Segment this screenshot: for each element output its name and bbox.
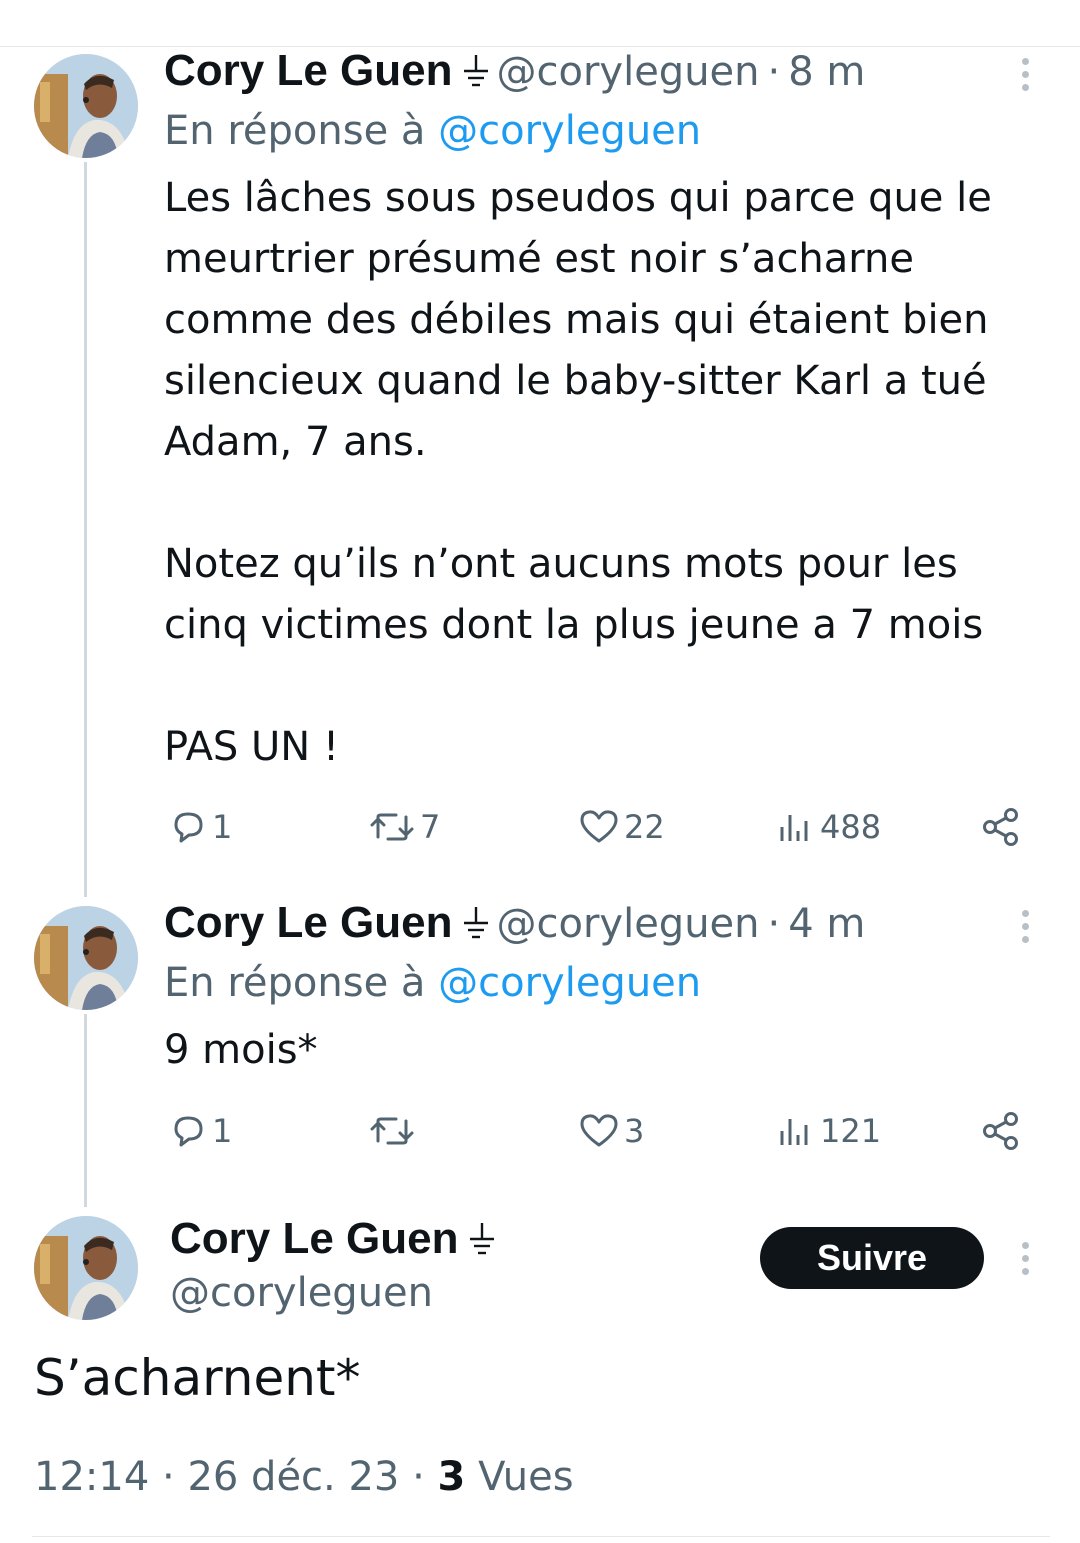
views-count: 121	[820, 1112, 882, 1150]
user-handle[interactable]: @coryleguen	[497, 49, 760, 95]
display-name-text: Cory Le Guen	[170, 1214, 459, 1263]
timestamp[interactable]: 8 m	[788, 49, 865, 95]
follow-button[interactable]: Suivre	[760, 1227, 984, 1289]
tweet-actions: 1 3 121	[164, 1106, 1034, 1156]
avatar[interactable]	[34, 54, 138, 158]
retweet-button[interactable]	[368, 1106, 420, 1156]
share-icon	[980, 1110, 1022, 1152]
timestamp[interactable]: 4 m	[788, 901, 865, 947]
views-icon	[776, 807, 816, 847]
separator: ·	[767, 49, 781, 95]
tweet-actions: 1 7 22 488	[164, 802, 1034, 852]
reply-handle-link[interactable]: @coryleguen	[438, 108, 701, 154]
like-count: 22	[624, 808, 665, 846]
retweet-button[interactable]: 7	[368, 802, 440, 852]
more-icon[interactable]	[1022, 1242, 1032, 1281]
like-button[interactable]: 22	[578, 802, 665, 852]
more-icon[interactable]	[1022, 910, 1032, 949]
retweet-count: 7	[420, 808, 441, 846]
retweet-icon	[368, 807, 416, 847]
retweet-icon	[368, 1111, 416, 1151]
user-handle[interactable]: @coryleguen	[497, 901, 760, 947]
like-button[interactable]: 3	[578, 1106, 644, 1156]
reply-context: En réponse à @coryleguen	[164, 106, 701, 156]
avatar[interactable]	[34, 1216, 138, 1320]
reply-icon	[168, 807, 208, 847]
views-total: 3	[437, 1454, 466, 1500]
ground-symbol-icon	[463, 901, 489, 951]
heart-icon	[578, 807, 620, 847]
reply-button[interactable]: 1	[168, 1106, 232, 1156]
avatar[interactable]	[34, 906, 138, 1010]
tweet-time[interactable]: 12:14	[34, 1454, 149, 1500]
share-button[interactable]	[980, 802, 1022, 852]
tweet-date[interactable]: 26 déc. 23	[187, 1454, 399, 1500]
views-button[interactable]: 121	[776, 1106, 881, 1156]
like-count: 3	[624, 1112, 645, 1150]
bottom-divider	[32, 1536, 1050, 1537]
views-icon	[776, 1111, 816, 1151]
reply-icon	[168, 1111, 208, 1151]
tweet-text: Les lâches sous pseudos qui parce que le…	[164, 168, 1044, 778]
user-handle[interactable]: @coryleguen	[170, 1268, 433, 1318]
thread-line	[84, 1014, 87, 1207]
thread-line	[84, 162, 87, 897]
main-tweet-text: S’acharnent*	[34, 1349, 361, 1407]
views-count: 488	[820, 808, 882, 846]
separator: ·	[767, 901, 781, 947]
ground-symbol-icon	[463, 49, 489, 99]
tweet-paragraph: PAS UN !	[164, 724, 339, 770]
more-icon[interactable]	[1022, 58, 1032, 97]
reply-prefix: En réponse à	[164, 960, 426, 1006]
tweet-paragraph: 9 mois*	[164, 1027, 318, 1073]
display-name[interactable]: Cory Le Guen	[164, 46, 453, 95]
separator: ·	[412, 1454, 425, 1500]
share-button[interactable]	[980, 1106, 1022, 1156]
reply-count: 1	[212, 808, 233, 846]
views-label: Vues	[478, 1454, 574, 1500]
share-icon	[980, 806, 1022, 848]
display-name[interactable]: Cory Le Guen	[164, 898, 453, 947]
reply-button[interactable]: 1	[168, 802, 232, 852]
heart-icon	[578, 1111, 620, 1151]
tweet-paragraph: Notez qu’ils n’ont aucuns mots pour les …	[164, 541, 984, 648]
separator: ·	[162, 1454, 175, 1500]
reply-prefix: En réponse à	[164, 108, 426, 154]
tweet-text: 9 mois*	[164, 1020, 1044, 1081]
views-button[interactable]: 488	[776, 802, 881, 852]
tweet-header: Cory Le Guen @coryleguen · 4 m	[164, 898, 865, 951]
tweet-header: Cory Le Guen @coryleguen · 8 m	[164, 46, 865, 99]
tweet-paragraph: Les lâches sous pseudos qui parce que le…	[164, 175, 992, 465]
tweet-meta: 12:14 · 26 déc. 23 · 3 Vues	[34, 1450, 574, 1504]
reply-context: En réponse à @coryleguen	[164, 958, 701, 1008]
reply-handle-link[interactable]: @coryleguen	[438, 960, 701, 1006]
display-name[interactable]: Cory Le Guen	[170, 1212, 503, 1268]
ground-symbol-icon	[469, 1214, 495, 1268]
reply-count: 1	[212, 1112, 233, 1150]
